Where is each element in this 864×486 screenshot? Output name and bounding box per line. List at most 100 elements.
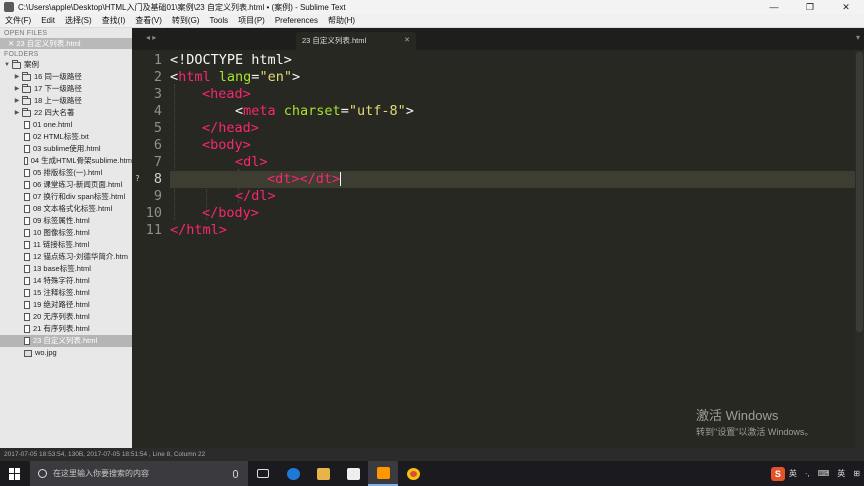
sidebar-file[interactable]: 20 无序列表.html bbox=[0, 311, 132, 323]
menu-edit[interactable]: Edit bbox=[36, 16, 60, 25]
sidebar: OPEN FILES ✕ 23 自定义列表.html FOLDERS ▼ 案例 … bbox=[0, 28, 132, 448]
folder-icon bbox=[22, 71, 31, 81]
menu-tools[interactable]: Tools bbox=[204, 16, 233, 25]
caret-down-icon[interactable]: ▼ bbox=[2, 59, 12, 71]
sidebar-file[interactable]: 12 锚点练习-刘德华简介.htm bbox=[0, 251, 132, 263]
menu-find[interactable]: 查找(I) bbox=[97, 15, 131, 26]
sidebar-file[interactable]: 15 注释标签.html bbox=[0, 287, 132, 299]
sidebar-file[interactable]: 01 one.html bbox=[0, 119, 132, 131]
taskbar-search[interactable]: 在这里输入你要搜索的内容 bbox=[30, 461, 248, 486]
minimize-button[interactable]: — bbox=[756, 0, 792, 14]
line-number: 9 bbox=[153, 188, 162, 204]
sidebar-file[interactable]: 02 HTML标签.txt bbox=[0, 131, 132, 143]
sidebar-file[interactable]: 14 特殊字符.html bbox=[0, 275, 132, 287]
file-icon bbox=[24, 217, 30, 225]
sidebar-file[interactable]: 04 生成HTML骨架sublime.htm bbox=[0, 155, 132, 167]
sidebar-file[interactable]: 07 换行和div span标签.html bbox=[0, 191, 132, 203]
input-lang-indicator[interactable]: 英 bbox=[833, 468, 849, 479]
start-button[interactable] bbox=[0, 461, 30, 486]
menu-goto[interactable]: 转到(G) bbox=[167, 15, 205, 26]
file-icon bbox=[24, 241, 30, 249]
code-line-9: </dl> bbox=[235, 188, 276, 204]
menu-help[interactable]: 帮助(H) bbox=[323, 15, 360, 26]
sidebar-file[interactable]: 13 base标签.html bbox=[0, 263, 132, 275]
file-label: 11 链接标签.html bbox=[33, 240, 90, 249]
sidebar-subfolder[interactable]: ▶ 22 四大名著 bbox=[0, 107, 132, 119]
sidebar-file[interactable]: 23 自定义列表.html bbox=[0, 335, 132, 347]
sublime-taskbar-button[interactable] bbox=[368, 461, 398, 486]
restore-button[interactable]: ❐ bbox=[792, 0, 828, 14]
close-button[interactable]: ✕ bbox=[828, 0, 864, 14]
menu-project[interactable]: 项目(P) bbox=[233, 15, 270, 26]
ime-punct-indicator[interactable]: ·, bbox=[801, 469, 814, 478]
sidebar-file[interactable]: 19 绝对路径.html bbox=[0, 299, 132, 311]
sidebar-file[interactable]: 06 课堂练习-新闻页面.html bbox=[0, 179, 132, 191]
edge-icon bbox=[286, 467, 300, 480]
status-bar: 2017-07-05 18:53:54, 130B, 2017-07-05 18… bbox=[0, 448, 864, 461]
file-icon bbox=[24, 157, 28, 165]
file-icon bbox=[24, 289, 30, 297]
watermark-title: 激活 Windows bbox=[696, 408, 779, 423]
code-editor[interactable]: ? 1 2 3 4 5 6 7 8 9 10 11 <!DOCTYPE html> <html la… bbox=[132, 50, 855, 448]
root-folder[interactable]: ▼ 案例 bbox=[0, 59, 132, 71]
open-file-item[interactable]: ✕ 23 自定义列表.html bbox=[0, 38, 132, 49]
tab-label: 23 自定义列表.html bbox=[302, 36, 367, 45]
sidebar-file[interactable]: 09 标签属性.html bbox=[0, 215, 132, 227]
caret-right-icon[interactable]: ▶ bbox=[12, 83, 22, 95]
menu-selection[interactable]: 选择(S) bbox=[60, 15, 97, 26]
caret-right-icon[interactable]: ▶ bbox=[12, 71, 22, 83]
tab-active[interactable]: 23 自定义列表.html ✕ bbox=[296, 32, 416, 50]
file-label: 12 锚点练习-刘德华简介.htm bbox=[33, 252, 129, 261]
file-label: 20 无序列表.html bbox=[33, 312, 90, 321]
windows-logo-icon bbox=[9, 467, 21, 480]
file-label: 06 课堂练习-新闻页面.html bbox=[33, 180, 123, 189]
typora-button[interactable] bbox=[338, 461, 368, 486]
file-label: wo.jpg bbox=[35, 348, 57, 357]
file-icon bbox=[24, 229, 30, 237]
image-file-icon bbox=[24, 349, 32, 357]
explorer-button[interactable] bbox=[308, 461, 338, 486]
chrome-button[interactable] bbox=[398, 461, 428, 486]
file-label: 05 排版标签(一).html bbox=[33, 168, 103, 177]
sidebar-file[interactable]: 08 文本格式化标签.html bbox=[0, 203, 132, 215]
edge-button[interactable] bbox=[278, 461, 308, 486]
sidebar-file[interactable]: 10 图像标签.html bbox=[0, 227, 132, 239]
caret-right-icon[interactable]: ▶ bbox=[12, 95, 22, 107]
line-number: 7 bbox=[153, 154, 162, 170]
task-view-button[interactable] bbox=[248, 461, 278, 486]
sidebar-file[interactable]: 11 链接标签.html bbox=[0, 239, 132, 251]
file-label: 14 特殊字符.html bbox=[33, 276, 90, 285]
tab-bar: ◂ ▸ 23 自定义列表.html ✕ ▾ bbox=[132, 28, 864, 50]
sidebar-subfolder[interactable]: ▶ 17 下一级路径 bbox=[0, 83, 132, 95]
menu-file[interactable]: 文件(F) bbox=[0, 15, 36, 26]
line-gutter: ? 1 2 3 4 5 6 7 8 9 10 11 bbox=[132, 50, 170, 448]
sidebar-subfolder[interactable]: ▶ 18 上一级路径 bbox=[0, 95, 132, 107]
file-label: 03 sublime使用.html bbox=[33, 144, 101, 153]
sogou-ime-icon[interactable]: S bbox=[770, 466, 785, 481]
app-grid-icon[interactable]: ⊞ bbox=[849, 469, 864, 478]
tab-close-icon[interactable]: ✕ bbox=[404, 32, 410, 50]
line-number: 2 bbox=[153, 69, 162, 85]
microphone-icon[interactable] bbox=[233, 469, 238, 478]
menu-view[interactable]: 查看(V) bbox=[130, 15, 167, 26]
sidebar-subfolder[interactable]: ▶ 16 同一级路径 bbox=[0, 71, 132, 83]
task-view-icon bbox=[257, 469, 269, 478]
sidebar-file[interactable]: 05 排版标签(一).html bbox=[0, 167, 132, 179]
sidebar-file[interactable]: wo.jpg bbox=[0, 347, 132, 359]
file-icon bbox=[24, 277, 30, 285]
keyboard-icon[interactable]: ⌨ bbox=[814, 469, 834, 478]
ime-lang-indicator[interactable]: 英 bbox=[785, 468, 801, 479]
tab-nav-arrows[interactable]: ◂ ▸ bbox=[146, 33, 156, 42]
code-line-8: <dt></dt> bbox=[170, 171, 855, 188]
title-bar: C:\Users\apple\Desktop\HTML入门及基础01\案例\23… bbox=[0, 0, 864, 14]
tab-dropdown-icon[interactable]: ▾ bbox=[856, 33, 860, 42]
folder-explorer-icon bbox=[316, 467, 330, 480]
sidebar-file[interactable]: 21 有序列表.html bbox=[0, 323, 132, 335]
caret-right-icon[interactable]: ▶ bbox=[12, 107, 22, 119]
menu-preferences[interactable]: Preferences bbox=[270, 16, 323, 25]
code-line-6: <body> bbox=[202, 137, 251, 153]
folder-icon bbox=[22, 107, 31, 117]
sidebar-file[interactable]: 03 sublime使用.html bbox=[0, 143, 132, 155]
scrollbar-thumb[interactable] bbox=[856, 52, 863, 332]
open-files-header: OPEN FILES bbox=[4, 30, 48, 37]
